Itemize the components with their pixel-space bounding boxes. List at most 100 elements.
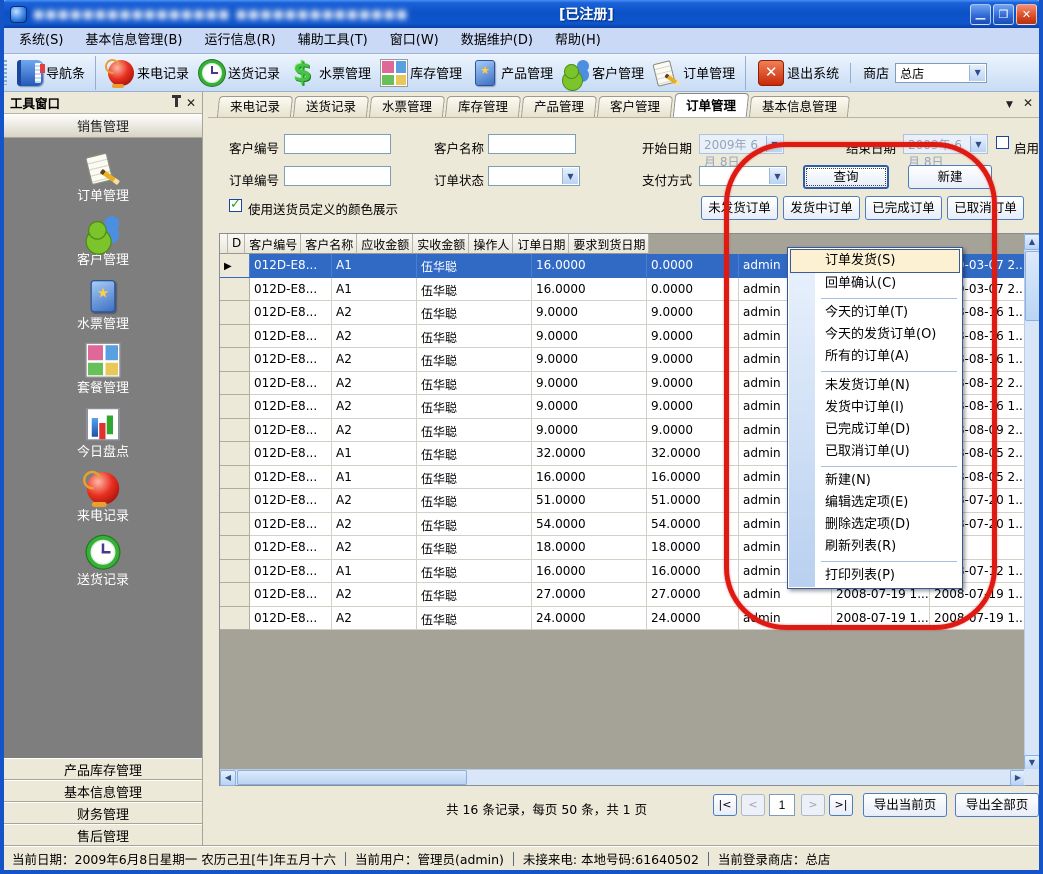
row-selector[interactable] [220, 372, 250, 396]
document-tab[interactable]: 库存管理 [445, 96, 521, 117]
row-selector[interactable] [220, 560, 250, 584]
row-selector[interactable] [220, 301, 250, 325]
column-header[interactable]: 实收金额 [413, 234, 469, 254]
order-status-filter-button[interactable]: 未发货订单 [701, 196, 778, 220]
sidebar-item[interactable]: 套餐管理 [77, 344, 129, 408]
sidebar-item[interactable]: 客户管理 [77, 216, 129, 280]
menu-item[interactable]: 基本信息管理(B) [74, 29, 193, 53]
chevron-down-icon[interactable] [969, 65, 985, 81]
chevron-down-icon[interactable] [766, 136, 782, 152]
row-selector[interactable] [220, 348, 250, 372]
menu-item[interactable]: 运行信息(R) [193, 29, 286, 53]
column-header[interactable] [220, 234, 228, 254]
context-menu-item[interactable]: 今天的订单(T) [789, 302, 961, 324]
toolbar-grip[interactable] [3, 60, 7, 85]
menu-item[interactable]: 数据维护(D) [450, 29, 544, 53]
context-menu-item[interactable]: 未发货订单(N) [789, 375, 961, 397]
enable-checkbox[interactable] [996, 136, 1009, 149]
row-selector[interactable] [220, 536, 250, 560]
context-menu-item[interactable]: 已取消订单(U) [789, 441, 961, 463]
column-header[interactable]: 订单日期 [513, 234, 569, 254]
column-header[interactable]: 客户编号 [245, 234, 301, 254]
pay-method-select[interactable] [699, 166, 787, 186]
document-tab[interactable]: 基本信息管理 [749, 96, 850, 117]
new-button[interactable]: 新建 [908, 165, 992, 189]
row-selector[interactable] [220, 466, 250, 490]
prev-page-button[interactable]: < [741, 794, 765, 816]
shop-select[interactable]: 总店 [895, 63, 987, 83]
row-selector[interactable] [220, 607, 250, 631]
context-menu-item[interactable]: 今天的发货订单(O) [789, 324, 961, 346]
order-status-filter-button[interactable]: 发货中订单 [783, 196, 860, 220]
sidebar-group-bar[interactable]: 财务管理 [4, 802, 202, 824]
sidebar-group-bar[interactable]: 基本信息管理 [4, 780, 202, 802]
column-header[interactable]: 应收金额 [357, 234, 413, 254]
toolbar-button[interactable]: 水票管理 [285, 56, 376, 90]
context-menu-item[interactable]: 回单确认(C) [789, 273, 961, 295]
context-menu-item[interactable]: 已完成订单(D) [789, 419, 961, 441]
menu-item[interactable]: 帮助(H) [544, 29, 612, 53]
column-header[interactable]: 要求到货日期 [569, 234, 649, 254]
order-status-filter-button[interactable]: 已完成订单 [865, 196, 942, 220]
column-header[interactable]: 操作人 [469, 234, 513, 254]
sidebar-item[interactable]: 订单管理 [77, 152, 129, 216]
chevron-down-icon[interactable] [562, 168, 578, 184]
toolbar-button[interactable]: 客户管理 [558, 56, 649, 90]
export-all-pages-button[interactable]: 导出全部页 [955, 793, 1039, 817]
order-status-select[interactable] [488, 166, 580, 186]
vertical-scrollbar[interactable]: ▲ ▼ [1024, 234, 1040, 771]
document-tab[interactable]: 送货记录 [293, 96, 369, 117]
document-tab[interactable]: 订单管理 [673, 93, 750, 117]
row-selector[interactable] [220, 395, 250, 419]
row-selector[interactable] [220, 513, 250, 537]
scroll-left-icon[interactable]: ◀ [220, 770, 236, 786]
tab-list-dropdown-icon[interactable] [1006, 96, 1013, 111]
close-button[interactable] [1016, 4, 1037, 25]
page-number-input[interactable] [769, 794, 795, 816]
toolbar-button[interactable]: 来电记录 [95, 56, 194, 90]
document-tab[interactable]: 水票管理 [369, 96, 445, 117]
table-row[interactable]: 012D-E8... A2 伍华聪 24.0000 24.0000 admin … [220, 607, 1026, 631]
start-date-picker[interactable]: 2009年 6月 8日 [699, 134, 784, 154]
toolbar-button[interactable]: 库存管理 [376, 56, 467, 90]
sidebar-group-bar[interactable]: 售后管理 [4, 824, 202, 846]
sidebar-close-icon[interactable] [186, 95, 196, 110]
maximize-button[interactable] [993, 4, 1014, 25]
minimize-button[interactable] [970, 4, 991, 25]
context-menu-item[interactable]: 编辑选定项(E) [789, 492, 961, 514]
context-menu-item[interactable]: 打印列表(P) [789, 565, 961, 587]
sidebar-item[interactable]: 来电记录 [77, 472, 129, 536]
sidebar-item[interactable]: 水票管理 [77, 280, 129, 344]
column-header[interactable]: D [228, 234, 245, 254]
order-status-filter-button[interactable]: 已取消订单 [947, 196, 1024, 220]
menu-item[interactable]: 系统(S) [8, 29, 74, 53]
first-page-button[interactable]: |< [713, 794, 737, 816]
row-selector[interactable] [220, 325, 250, 349]
chevron-down-icon[interactable] [769, 168, 785, 184]
sidebar-group-bar[interactable]: 产品库存管理 [4, 758, 202, 780]
row-selector[interactable] [220, 254, 250, 278]
end-date-picker[interactable]: 2009年 6月 8日 [903, 134, 988, 154]
toolbar-button[interactable]: 导航条 [12, 56, 90, 90]
context-menu-item[interactable]: 订单发货(S) [790, 249, 960, 273]
toolbar-button[interactable]: 产品管理 [467, 56, 558, 90]
last-page-button[interactable]: >| [829, 794, 853, 816]
toolbar-button[interactable]: 送货记录 [194, 56, 285, 90]
menu-item[interactable]: 窗口(W) [379, 29, 450, 53]
toolbar-button[interactable]: 退出系统 [745, 56, 844, 90]
context-menu-item[interactable]: 所有的订单(A) [789, 346, 961, 368]
row-selector[interactable] [220, 278, 250, 302]
horizontal-scrollbar[interactable]: ◀ ▶ [220, 769, 1026, 785]
document-tab[interactable]: 来电记录 [217, 96, 293, 117]
context-menu-item[interactable]: 新建(N) [789, 470, 961, 492]
toolbar-button[interactable]: 订单管理 [649, 56, 740, 90]
document-tab[interactable]: 客户管理 [597, 96, 673, 117]
customer-no-input[interactable] [284, 134, 391, 154]
next-page-button[interactable]: > [801, 794, 825, 816]
courier-color-checkbox[interactable] [229, 199, 242, 212]
row-selector[interactable] [220, 419, 250, 443]
row-selector[interactable] [220, 442, 250, 466]
order-no-input[interactable] [284, 166, 391, 186]
row-selector[interactable] [220, 489, 250, 513]
column-header[interactable]: 客户名称 [301, 234, 357, 254]
